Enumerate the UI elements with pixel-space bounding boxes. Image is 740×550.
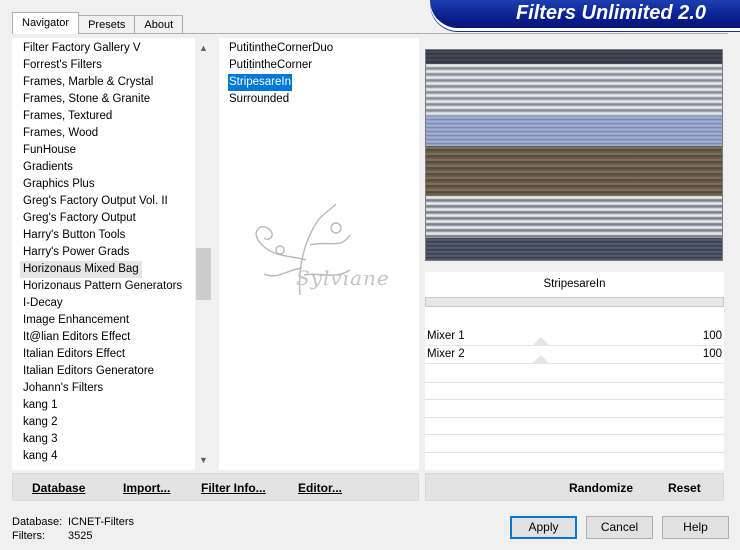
list-item[interactable]: Forrest's Filters (23, 57, 102, 74)
database-button[interactable]: Database (32, 481, 85, 495)
list-item[interactable]: I-Decay (23, 295, 63, 312)
cancel-button[interactable]: Cancel (586, 516, 653, 539)
randomize-button[interactable]: Randomize (569, 481, 633, 495)
control-row[interactable]: Mixer 1 100 (425, 329, 724, 346)
list-item[interactable]: Gradients (23, 159, 73, 176)
list-item-selected[interactable]: Horizonaus Mixed Bag (20, 261, 142, 278)
tab-divider (12, 33, 728, 34)
list-item[interactable]: PutitintheCorner (229, 57, 312, 74)
list-item[interactable]: kang 4 (23, 448, 58, 465)
filter-info-button[interactable]: Filter Info... (201, 481, 266, 495)
list-item[interactable]: FunHouse (23, 142, 76, 159)
control-row-empty (425, 417, 724, 418)
list-item[interactable]: kang 3 (23, 431, 58, 448)
list-item[interactable]: Filter Factory Gallery V (23, 40, 141, 57)
status-database: Database: ICNET-Filters (12, 516, 134, 528)
list-item[interactable]: Italian Editors Generatore (23, 363, 154, 380)
list-item[interactable]: Graphics Plus (23, 176, 95, 193)
status-filters: Filters: 3525 (12, 530, 92, 542)
list-item[interactable]: Surrounded (229, 91, 289, 108)
filter-name-label: StripesareIn (543, 278, 606, 290)
editor-button[interactable]: Editor... (298, 481, 342, 495)
slider-handle-icon[interactable] (533, 337, 549, 345)
tab-presets[interactable]: Presets (78, 15, 136, 34)
status-filters-value: 3525 (68, 530, 93, 542)
list-item[interactable]: Harry's Power Grads (23, 244, 129, 261)
list-item[interactable]: Frames, Stone & Granite (23, 91, 150, 108)
tab-navigator[interactable]: Navigator (12, 12, 80, 34)
list-item[interactable]: Italian Editors Effect (23, 346, 125, 363)
list-item[interactable]: Harry's Button Tools (23, 227, 125, 244)
import-button[interactable]: Import... (123, 481, 170, 495)
list-item[interactable]: Frames, Marble & Crystal (23, 74, 153, 91)
status-database-label: Database: (12, 516, 63, 528)
status-database-value: ICNET-Filters (68, 516, 134, 528)
control-row-empty (425, 399, 724, 400)
filter-name-bar (425, 297, 724, 307)
control-value: 100 (702, 330, 722, 342)
list-item[interactable]: Greg's Factory Output (23, 210, 136, 227)
control-row-empty (425, 452, 724, 453)
left-button-bar: Database Import... Filter Info... Editor… (12, 473, 419, 501)
slider-handle-icon[interactable] (533, 355, 549, 363)
list-item-selected[interactable]: StripesareIn (228, 74, 293, 91)
scroll-up-icon[interactable]: ▲ (195, 40, 212, 57)
list-item[interactable]: kang 2 (23, 414, 58, 431)
reset-button[interactable]: Reset (668, 481, 701, 495)
filter-preview (425, 49, 723, 261)
list-item[interactable]: It@lian Editors Effect (23, 329, 130, 346)
list-item[interactable]: kang 1 (23, 397, 58, 414)
apply-button[interactable]: Apply (510, 516, 577, 539)
scroll-down-icon[interactable]: ▼ (195, 452, 212, 469)
list-item[interactable]: Johann's Filters (23, 380, 103, 397)
watermark-logo: Sylviane (240, 200, 390, 310)
control-value: 100 (702, 348, 722, 360)
status-filters-label: Filters: (12, 530, 45, 542)
control-label: Mixer 2 (427, 348, 465, 360)
app-banner: Filters Unlimited 2.0 (430, 0, 740, 28)
control-label: Mixer 1 (427, 330, 465, 342)
tab-strip: Navigator Presets About (12, 12, 184, 34)
category-scrollbar[interactable]: ▲ ▼ (195, 38, 212, 470)
control-row-empty (425, 434, 724, 435)
watermark-text: Sylviane (296, 266, 390, 290)
control-row[interactable]: Mixer 2 100 (425, 347, 724, 364)
tab-about[interactable]: About (134, 15, 184, 34)
list-item[interactable]: Frames, Textured (23, 108, 112, 125)
list-item[interactable]: Image Enhancement (23, 312, 129, 329)
list-item[interactable]: Frames, Wood (23, 125, 98, 142)
scroll-thumb[interactable] (196, 248, 211, 300)
category-list[interactable]: Filter Factory Gallery V Forrest's Filte… (12, 38, 212, 470)
list-item[interactable]: PutitintheCornerDuo (229, 40, 333, 57)
list-item[interactable]: Horizonaus Pattern Generators (23, 278, 182, 295)
help-button[interactable]: Help (662, 516, 729, 539)
list-item[interactable]: Greg's Factory Output Vol. II (23, 193, 168, 210)
right-button-bar: Randomize Reset (425, 473, 724, 501)
control-row-empty (425, 382, 724, 383)
